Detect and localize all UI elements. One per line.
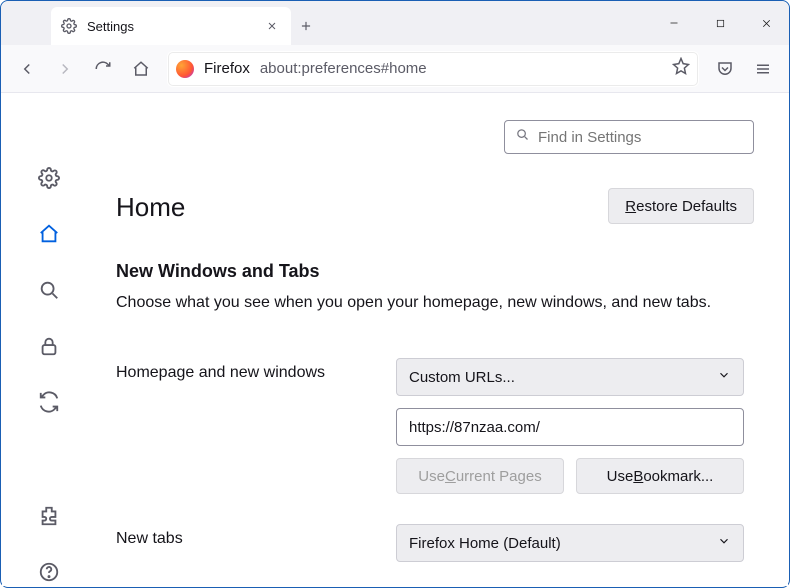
sidebar-item-home[interactable]	[35, 220, 63, 248]
use-current-pages-button[interactable]: Use Current Pages	[396, 458, 564, 494]
newtabs-label: New tabs	[116, 524, 376, 548]
pocket-button[interactable]	[707, 52, 743, 86]
forward-button[interactable]	[47, 52, 83, 86]
chevron-down-icon	[717, 368, 731, 386]
select-value: Custom URLs...	[409, 369, 515, 386]
window-minimize-button[interactable]	[651, 1, 697, 45]
homepage-row: Homepage and new windows Custom URLs... …	[116, 358, 754, 494]
homepage-mode-select[interactable]: Custom URLs...	[396, 358, 744, 396]
find-in-settings[interactable]	[504, 120, 754, 154]
sidebar-item-search[interactable]	[35, 276, 63, 304]
gear-icon	[61, 18, 77, 34]
content-area: Home Restore Defaults New Windows and Ta…	[2, 94, 788, 586]
sidebar-item-sync[interactable]	[35, 388, 63, 416]
bookmark-star-icon[interactable]	[672, 57, 690, 80]
reload-button[interactable]	[85, 52, 121, 86]
section-heading: New Windows and Tabs	[116, 261, 754, 282]
use-bookmark-button[interactable]: Use Bookmark...	[576, 458, 744, 494]
sidebar	[2, 94, 96, 586]
tab-settings[interactable]: Settings	[51, 7, 291, 45]
sidebar-item-support[interactable]	[35, 558, 63, 586]
newtabs-row: New tabs Firefox Home (Default)	[116, 524, 754, 562]
section-description: Choose what you see when you open your h…	[116, 292, 754, 314]
new-tab-button[interactable]	[291, 7, 321, 45]
find-input[interactable]	[538, 129, 743, 146]
nav-toolbar: Firefox about:preferences#home	[1, 45, 789, 93]
window-close-button[interactable]	[743, 1, 789, 45]
homepage-url-input[interactable]	[396, 408, 744, 446]
main-panel: Home Restore Defaults New Windows and Ta…	[96, 94, 788, 586]
url-text: about:preferences#home	[260, 60, 662, 77]
chevron-down-icon	[717, 534, 731, 552]
home-button[interactable]	[123, 52, 159, 86]
tab-label: Settings	[87, 19, 253, 34]
app-menu-button[interactable]	[745, 52, 781, 86]
homepage-label: Homepage and new windows	[116, 358, 376, 382]
window-maximize-button[interactable]	[697, 1, 743, 45]
newtabs-select[interactable]: Firefox Home (Default)	[396, 524, 744, 562]
select-value: Firefox Home (Default)	[409, 535, 561, 552]
firefox-icon	[176, 60, 194, 78]
address-bar[interactable]: Firefox about:preferences#home	[167, 51, 699, 87]
titlebar: Settings	[1, 1, 789, 45]
sidebar-item-general[interactable]	[35, 164, 63, 192]
sidebar-item-extensions[interactable]	[35, 502, 63, 530]
sidebar-item-privacy[interactable]	[35, 332, 63, 360]
identity-label: Firefox	[204, 60, 250, 77]
back-button[interactable]	[9, 52, 45, 86]
search-icon	[515, 127, 530, 147]
tab-close-button[interactable]	[263, 17, 281, 35]
restore-defaults-button[interactable]: Restore Defaults	[608, 188, 754, 224]
